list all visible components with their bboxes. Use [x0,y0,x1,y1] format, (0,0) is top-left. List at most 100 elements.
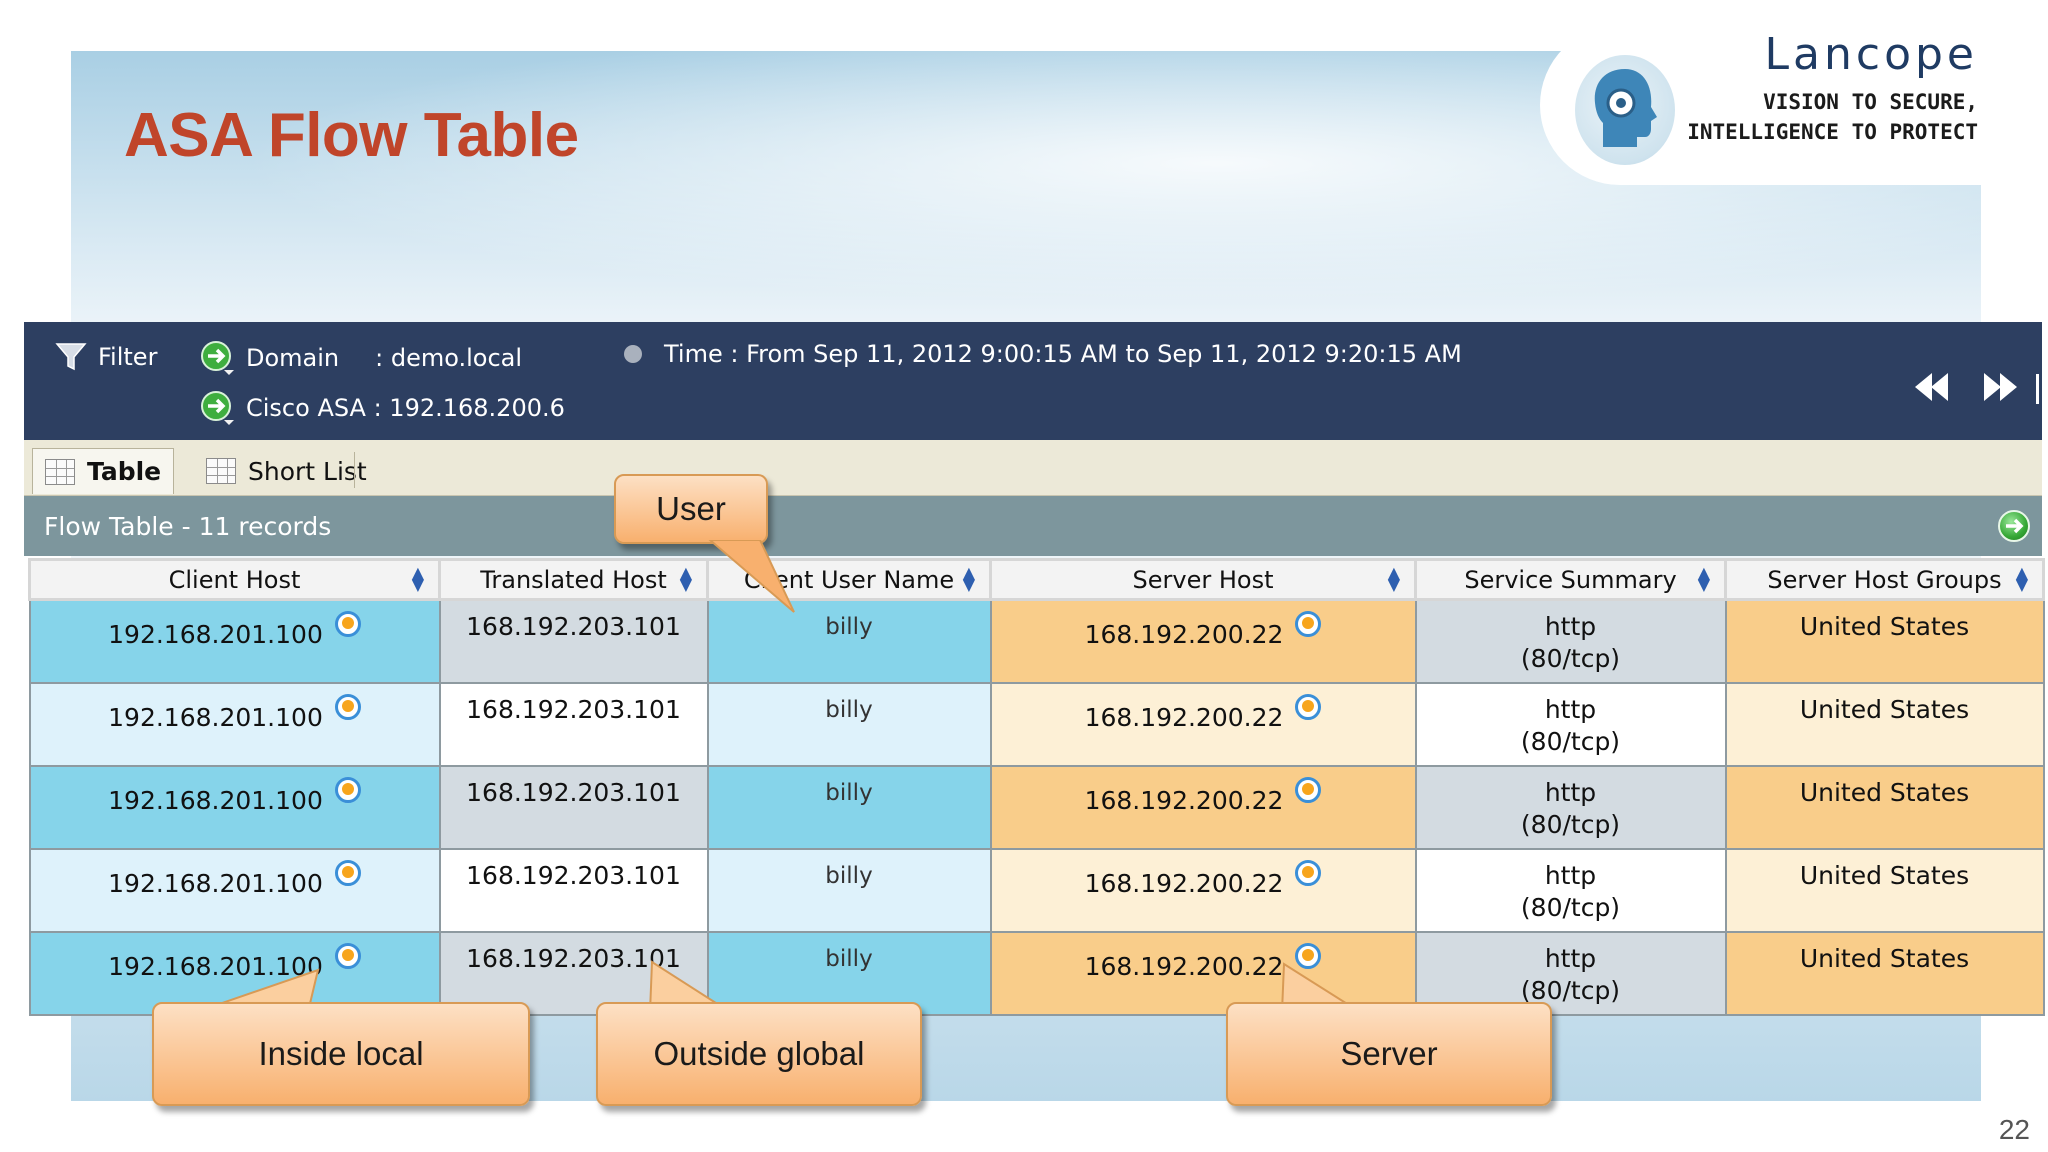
service-name: http [1544,612,1597,641]
server-host-value: 168.192.200.22 [1084,785,1284,815]
slide-title: ASA Flow Table [124,101,579,170]
export-arrow-icon[interactable] [1998,510,2030,542]
server-host-value: 168.192.200.22 [1084,951,1284,981]
cell-service-summary: http (80/tcp) [1414,681,1727,767]
domain-value: : demo.local [375,344,523,372]
green-arrow-icon [201,391,234,425]
cell-client-host[interactable]: 192.168.201.100 [28,598,441,684]
host-snapshot-icon[interactable] [334,611,361,637]
table-row[interactable]: 192.168.201.100 168.192.203.101 billy 168.1… [28,847,2045,933]
cell-client-host[interactable]: 192.168.201.100 [28,764,441,850]
server-host-value: 168.192.200.22 [1084,702,1284,732]
sort-icon[interactable]: ▲ ▼ [680,565,692,593]
sort-icon[interactable]: ▲ ▼ [1388,565,1400,593]
column-label: Service Summary [1464,565,1677,594]
column-label: Server Host Groups [1767,565,2002,594]
table-header-row: Client Host ▲ ▼ Translated Host ▲ ▼ Client U… [28,558,2045,601]
host-snapshot-icon[interactable] [334,942,361,969]
table-row[interactable]: 192.168.201.100 168.192.203.101 billy 168.1… [28,598,2045,684]
sort-icon[interactable]: ▲ ▼ [412,565,424,593]
domain-label: Domain [246,344,340,372]
rewind-button[interactable] [1912,370,1952,412]
filter-label: Filter [98,343,158,371]
cell-server-host-groups: United States [1724,930,2045,1016]
time-range[interactable]: Time : From Sep 11, 2012 9:00:15 AM to S… [624,340,1462,368]
cell-translated-host: 168.192.203.101 [438,598,709,684]
service-name: http [1544,943,1597,973]
cell-server-host-groups: United States [1724,598,2045,684]
user-name-value: billy [825,696,873,723]
table-row[interactable]: 192.168.201.100 168.192.203.101 billy 168.1… [28,764,2045,850]
service-port: (80/tcp) [1520,892,1621,922]
rewind-icon [1915,373,1948,401]
view-tabs: Table Short List [24,440,2042,496]
cell-translated-host: 168.192.203.101 [438,764,709,850]
host-group-value: United States [1799,943,1970,973]
cell-server-host[interactable]: 168.192.200.22 [989,681,1417,767]
tagline-line-1: VISION TO SECURE, [1763,90,1978,114]
cell-server-host[interactable]: 168.192.200.22 [989,598,1417,684]
sort-icon[interactable]: ▲ ▼ [2016,565,2028,593]
forward-button[interactable] [1980,370,2020,412]
callout-user-pointer [708,540,795,613]
host-snapshot-icon[interactable] [1295,693,1322,720]
query-header: Filter Domain : demo.local Time : From S… [24,322,2042,440]
cell-client-host[interactable]: 192.168.201.100 [28,847,441,933]
grid-title: Flow Table - 11 records [44,511,332,541]
page-number: 22 [1998,1114,2030,1145]
cell-server-host[interactable]: 168.192.200.22 [989,764,1417,850]
column-header-server-host[interactable]: Server Host ▲ ▼ [989,558,1417,601]
host-group-value: United States [1799,612,1970,641]
callout-outside-global-text: Outside global [653,1035,865,1072]
cell-service-summary: http (80/tcp) [1414,764,1727,850]
cell-server-host[interactable]: 168.192.200.22 [989,847,1417,933]
brand-name: Lancope [1764,29,1978,80]
column-header-service-summary[interactable]: Service Summary ▲ ▼ [1414,558,1727,601]
cell-client-user-name: billy [706,847,992,933]
callout-user: User [614,474,768,544]
cell-translated-host: 168.192.203.101 [438,847,709,933]
host-snapshot-icon[interactable] [334,776,361,803]
tab-table-label: Table [87,457,162,486]
column-label: Client Host [168,565,301,594]
client-host-value: 192.168.201.100 [108,868,323,898]
table-row[interactable]: 192.168.201.100 168.192.203.101 billy 168.1… [28,681,2045,767]
sort-icon[interactable]: ▲ ▼ [1698,565,1710,593]
callout-server: Server [1226,1002,1552,1106]
column-label: Server Host [1132,565,1274,594]
column-header-client-host[interactable]: Client Host ▲ ▼ [28,558,441,601]
cell-server-host-groups: United States [1724,847,2045,933]
cell-server-host-groups: United States [1724,764,2045,850]
host-snapshot-icon[interactable] [1295,859,1322,886]
service-name: http [1544,777,1597,807]
tab-short-list[interactable]: Short List [194,448,379,494]
host-snapshot-icon[interactable] [334,693,361,720]
host-snapshot-icon[interactable] [1295,776,1322,803]
client-host-value: 192.168.201.100 [108,702,323,732]
server-host-value: 168.192.200.22 [1084,868,1284,898]
fast-forward-icon [1984,373,2017,401]
filter-button[interactable]: Filter [54,340,157,374]
cell-server-host-groups: United States [1724,681,2045,767]
callout-server-text: Server [1340,1035,1438,1072]
cell-translated-host: 168.192.203.101 [438,681,709,767]
cell-service-summary: http (80/tcp) [1414,598,1727,684]
cell-client-host[interactable]: 192.168.201.100 [28,681,441,767]
lancope-logo: Lancope VISION TO SECURE, INTELLIGENCE T… [1540,25,2000,185]
tab-table[interactable]: Table [32,448,175,494]
stealthwatch-app: Filter Domain : demo.local Time : From S… [24,322,2045,1016]
host-snapshot-icon[interactable] [1295,611,1322,637]
service-port: (80/tcp) [1520,644,1621,673]
sort-icon[interactable]: ▲ ▼ [963,565,975,593]
domain-selector[interactable]: Domain : demo.local [200,340,522,376]
column-header-server-host-groups[interactable]: Server Host Groups ▲ ▼ [1724,558,2045,601]
user-name-value: billy [825,945,873,972]
user-name-value: billy [825,779,873,806]
funnel-icon [55,343,87,371]
callout-inside-local: Inside local [152,1002,530,1106]
host-snapshot-icon[interactable] [334,859,361,886]
device-selector[interactable]: Cisco ASA : 192.168.200.6 [200,390,565,426]
callout-inside-local-text: Inside local [258,1035,424,1072]
column-header-translated-host[interactable]: Translated Host ▲ ▼ [438,558,709,601]
callout-outside-global: Outside global [596,1002,922,1106]
